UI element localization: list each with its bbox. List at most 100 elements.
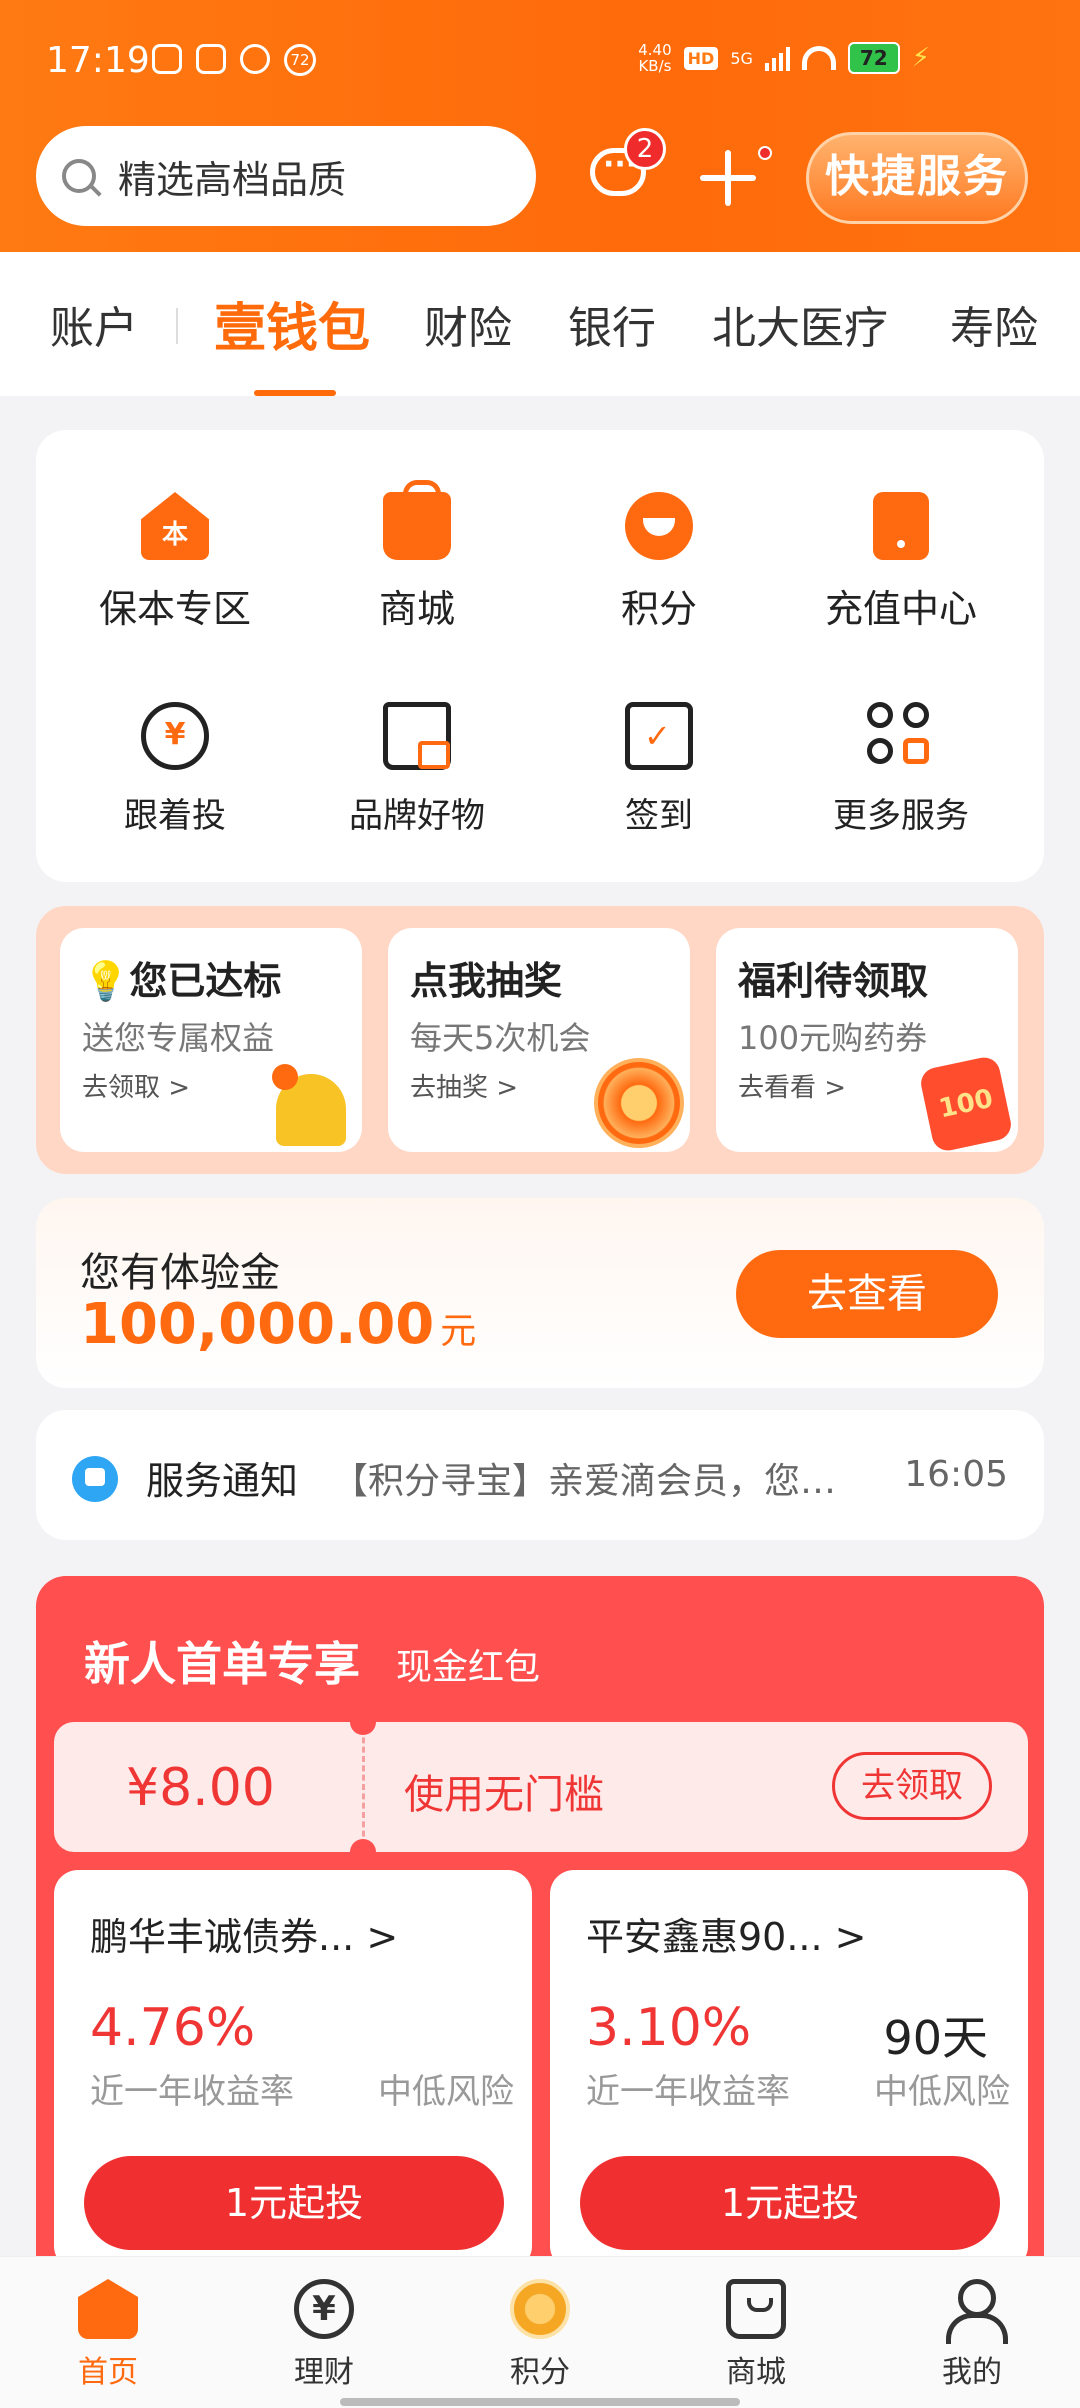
follow-invest-icon: ¥: [141, 702, 209, 770]
search-placeholder: 精选高档品质: [118, 157, 347, 202]
nav-label: 理财: [294, 2355, 354, 2390]
newcomer-section: 新人首单专享 现金红包 ¥8.00 使用无门槛 去领取 鹏华丰诚债券... > …: [36, 1576, 1044, 2256]
tab-pku-healthcare[interactable]: 北大医疗: [712, 292, 888, 356]
points-coin-icon: [625, 492, 693, 560]
wifi-icon: [801, 46, 836, 70]
hd-icon: HD: [683, 46, 719, 70]
promo-title: 点我抽奖: [410, 959, 563, 1003]
nav-wealth[interactable]: ¥ 理财: [264, 2279, 384, 2391]
service-principal-zone[interactable]: 本 保本专区: [50, 492, 300, 633]
promo-subtitle: 每天5次机会: [410, 1019, 591, 1057]
status-time: 17:19: [46, 40, 150, 81]
plus-button[interactable]: [700, 150, 756, 206]
tab-wallet[interactable]: 壹钱包: [214, 286, 370, 361]
red-packet-icon: 100: [918, 1054, 1014, 1152]
phone-recharge-icon: [873, 492, 929, 560]
service-points[interactable]: 积分: [534, 492, 784, 633]
promo-card-lottery[interactable]: 点我抽奖 每天5次机会 去抽奖 >: [388, 928, 690, 1152]
search-bar[interactable]: 精选高档品质: [36, 126, 536, 226]
tab-bank[interactable]: 银行: [568, 292, 656, 356]
wealth-yen-icon: ¥: [294, 2279, 354, 2339]
active-tab-indicator: [254, 390, 336, 396]
nav-label: 首页: [78, 2355, 138, 2390]
view-experience-button[interactable]: 去查看: [736, 1250, 998, 1338]
product-card-penghua[interactable]: 鹏华丰诚债券... > 4.76% 近一年收益率 中低风险 1元起投: [54, 1870, 532, 2256]
nav-mall[interactable]: 商城: [696, 2279, 816, 2391]
tab-account[interactable]: 账户: [50, 292, 138, 356]
nav-label: 商城: [726, 2355, 786, 2390]
network-type: 5G: [730, 48, 753, 68]
product-name[interactable]: 平安鑫惠90... >: [586, 1906, 867, 1961]
shopping-bag-icon: [383, 480, 451, 560]
service-recharge[interactable]: 充值中心: [776, 492, 1026, 633]
service-label: 充值中心: [824, 587, 977, 631]
tab-life-insurance[interactable]: 寿险: [950, 292, 1038, 356]
signal-icon: [764, 45, 790, 71]
service-label: 签到: [625, 796, 693, 836]
chat-app-icon: [240, 44, 270, 74]
product-rate-label: 近一年收益率: [586, 2072, 790, 2112]
tab-property-insurance[interactable]: 财险: [424, 292, 512, 356]
product-term: 90天: [883, 2011, 988, 2065]
promo-title: 福利待领取: [738, 959, 929, 1003]
invest-button[interactable]: 1元起投: [580, 2156, 1000, 2250]
coupon-notch: [350, 1709, 376, 1735]
product-risk: 中低风险: [874, 2072, 1010, 2112]
service-label: 跟着投: [124, 796, 226, 836]
quick-service-button[interactable]: 快捷服务: [806, 132, 1028, 224]
promo-card-benefit[interactable]: 福利待领取 100元购药券 去看看 > 100: [716, 928, 1018, 1152]
points-icon: [510, 2279, 570, 2339]
promo-card-qualified[interactable]: 💡您已达标 送您专属权益 去领取 >: [60, 928, 362, 1152]
message-badge: 2: [624, 128, 666, 170]
service-label: 商城: [378, 587, 455, 631]
nav-profile[interactable]: 我的: [912, 2279, 1032, 2391]
product-card-pingan[interactable]: 平安鑫惠90... > 3.10% 90天 近一年收益率 中低风险 1元起投: [550, 1870, 1028, 2256]
mall-bag-icon: [726, 2279, 786, 2339]
service-label: 保本专区: [98, 587, 251, 631]
notice-title: 服务通知: [146, 1459, 299, 1503]
more-services-icon: [867, 702, 935, 770]
service-grid: 本 保本专区 商城 积分 充值中心 ¥ 跟着投 品牌好物 签到 更多服务: [36, 430, 1044, 882]
cash-coupon[interactable]: ¥8.00 使用无门槛 去领取: [54, 1709, 1028, 1865]
home-indicator[interactable]: [340, 2398, 740, 2406]
calendar-check-icon: [625, 702, 693, 770]
product-rate: 3.10%: [586, 1998, 752, 2058]
status-notification-icons: 72: [152, 44, 316, 76]
notification-count-icon: 72: [284, 44, 316, 76]
product-rate-label: 近一年收益率: [90, 2072, 294, 2112]
product-risk: 中低风险: [378, 2072, 514, 2112]
service-brand-goods[interactable]: 品牌好物: [292, 702, 542, 837]
tab-separator: [176, 308, 178, 344]
service-follow-invest[interactable]: ¥ 跟着投: [50, 702, 300, 837]
lucky-wheel-icon: [594, 1058, 684, 1148]
service-mall[interactable]: 商城: [292, 480, 542, 633]
claim-coupon-button[interactable]: 去领取: [832, 1752, 992, 1820]
nav-label: 我的: [942, 2355, 1002, 2390]
status-bar: 17:19 72 4.40 KB/s HD 5G 72 ⚡: [0, 0, 1080, 120]
bell-badge-icon: [272, 1064, 298, 1090]
camera-app-icon: [196, 44, 226, 74]
product-rate: 4.76%: [90, 1998, 256, 2058]
brand-goods-icon: [383, 702, 451, 770]
promo-strip: 💡您已达标 送您专属权益 去领取 > 点我抽奖 每天5次机会 去抽奖 > 福利待…: [36, 906, 1044, 1174]
newcomer-subtitle: 现金红包: [396, 1647, 541, 1688]
category-tabs: 账户 壹钱包 财险 银行 北大医疗 寿险: [0, 252, 1080, 396]
service-label: 更多服务: [833, 796, 969, 836]
nav-points[interactable]: 积分: [480, 2279, 600, 2391]
coupon-divider: [362, 1728, 365, 1846]
notice-chat-icon: [72, 1456, 118, 1502]
invest-button[interactable]: 1元起投: [84, 2156, 504, 2250]
service-label: 积分: [620, 587, 697, 631]
bottom-navigation: 首页 ¥ 理财 积分 商城 我的: [0, 2256, 1080, 2408]
service-more[interactable]: 更多服务: [776, 702, 1026, 837]
service-checkin[interactable]: 签到: [534, 702, 784, 837]
experience-gold-card: 您有体验金 100,000.00 元 去查看: [36, 1198, 1044, 1388]
promo-subtitle: 100元购药券: [738, 1019, 928, 1057]
product-name[interactable]: 鹏华丰诚债券... >: [90, 1906, 398, 1961]
nav-home[interactable]: 首页: [48, 2279, 168, 2391]
principal-house-icon: 本: [141, 492, 209, 560]
promo-subtitle: 送您专属权益: [82, 1019, 275, 1057]
service-notice-bar[interactable]: 服务通知 【积分寻宝】亲爱滴会员，您… 16:05: [36, 1410, 1044, 1540]
home-icon: [78, 2279, 138, 2339]
battery-icon: 72: [847, 42, 900, 74]
